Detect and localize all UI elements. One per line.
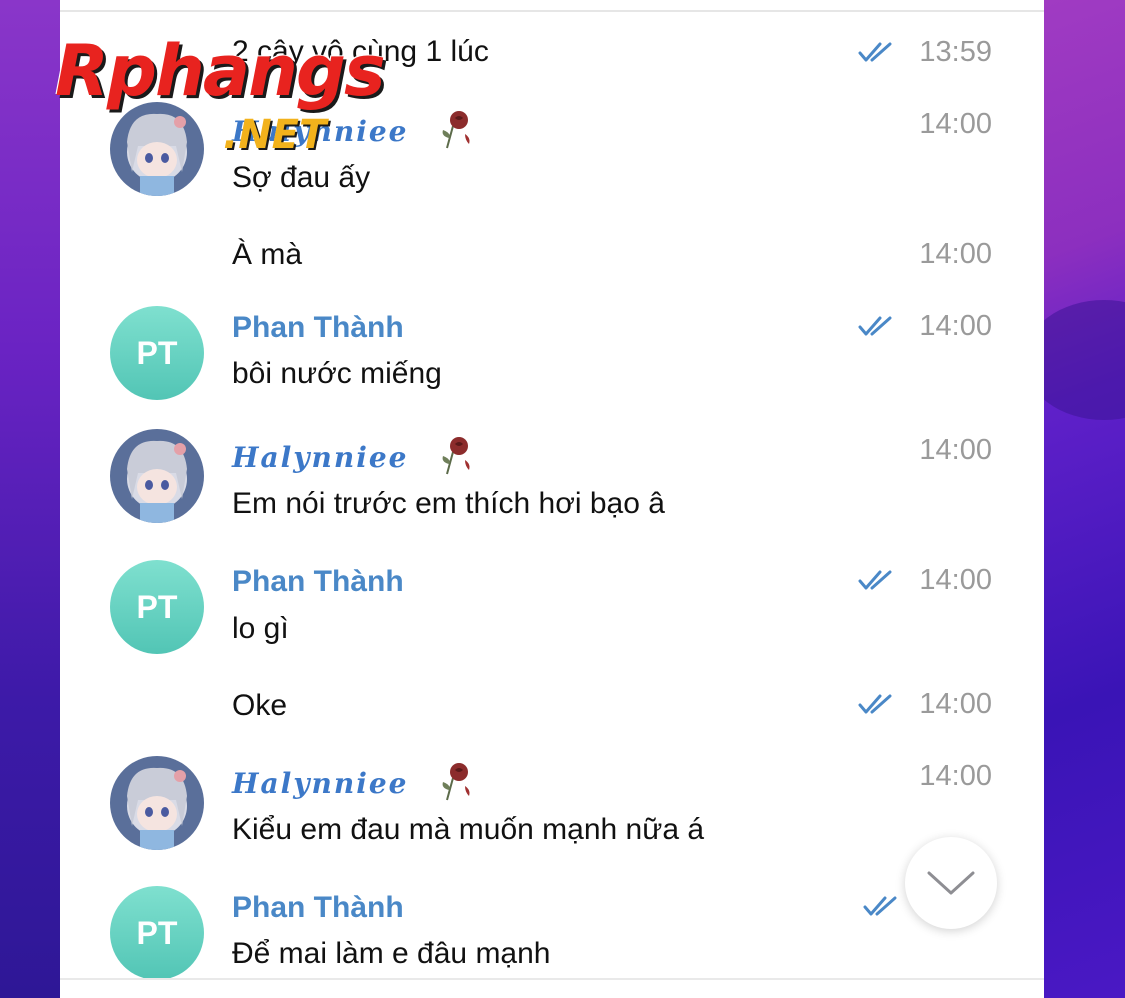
sender-name[interactable]: Phan Thành [232, 564, 404, 600]
sender-name[interactable]: Phan Thành [232, 890, 404, 926]
bottom-divider [60, 978, 1044, 980]
message-time: 14:00 [919, 108, 992, 140]
rose-icon [442, 111, 470, 149]
avatar[interactable] [110, 756, 204, 850]
message-text: Sợ đau ấy [232, 161, 371, 194]
double-check-icon [858, 570, 892, 590]
double-check-icon [858, 42, 892, 62]
scroll-to-bottom-button[interactable] [905, 837, 997, 929]
message-text: Em nói trước em thích hơi bạo â [232, 487, 665, 520]
watermark-brand: Rphangs [55, 30, 386, 112]
message-text: Oke [232, 689, 288, 722]
message-time: 14:00 [919, 434, 992, 466]
watermark-tld: .NET [223, 112, 327, 158]
sender-name[interactable]: Halynniee [232, 440, 408, 476]
rose-icon [442, 437, 470, 475]
sender-name[interactable]: Phan Thành [232, 310, 404, 346]
watermark-logo: Rphangs .NET [55, 30, 395, 160]
avatar[interactable]: PT [110, 886, 204, 980]
sender-name[interactable]: Halynniee [232, 766, 408, 802]
double-check-icon [858, 316, 892, 336]
chevron-down-icon [927, 871, 975, 895]
message-text: À mà [232, 238, 303, 271]
rose-icon [442, 763, 470, 801]
message-time: 13:59 [919, 36, 992, 68]
avatar[interactable]: PT [110, 560, 204, 654]
avatar[interactable]: PT [110, 306, 204, 400]
message-text: Để mai làm e đâu mạnh [232, 937, 551, 970]
top-divider [60, 10, 1044, 12]
double-check-icon [858, 694, 892, 714]
message-time: 14:00 [919, 564, 992, 596]
message-time: 14:00 [919, 310, 992, 342]
message-time: 14:00 [919, 238, 992, 270]
double-check-icon [863, 896, 897, 916]
avatar[interactable] [110, 429, 204, 523]
message-time: 14:00 [919, 688, 992, 720]
desktop-background-left [0, 0, 60, 998]
message-text: Kiểu em đau mà muốn mạnh nữa á [232, 813, 705, 846]
message-text: lo gì [232, 612, 289, 645]
desktop-background-right [1024, 0, 1125, 998]
message-text: bôi nước miếng [232, 357, 442, 390]
message-time: 14:00 [919, 760, 992, 792]
